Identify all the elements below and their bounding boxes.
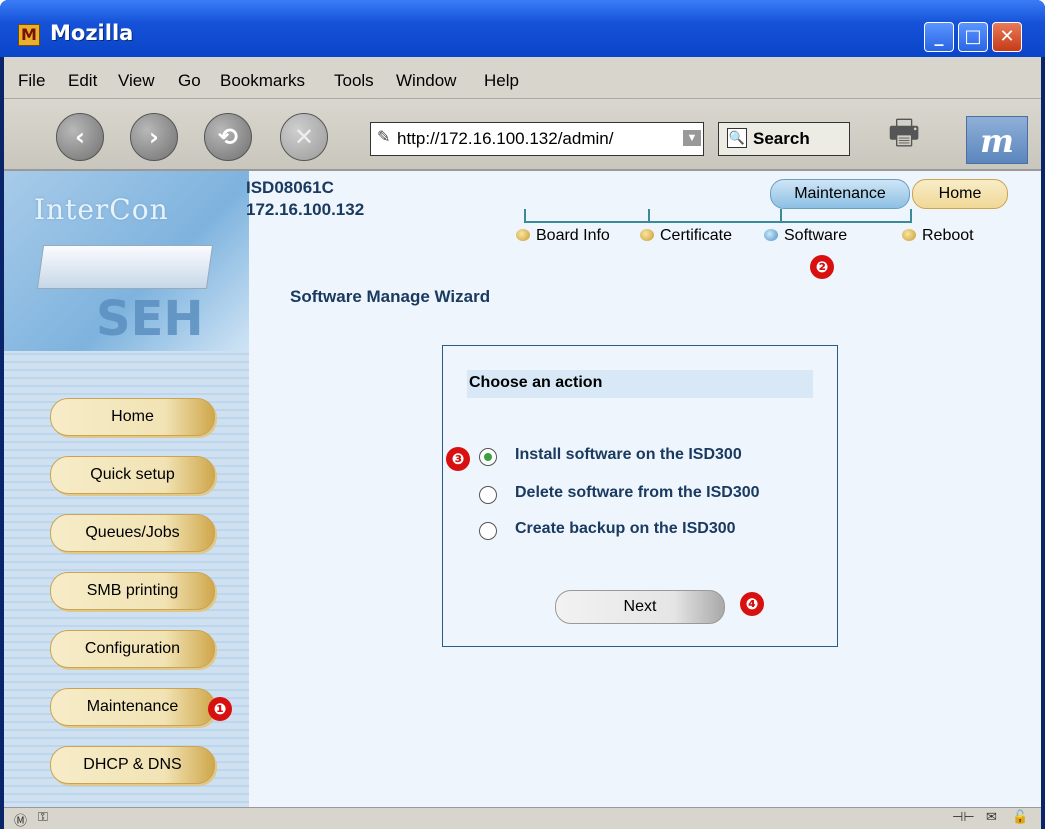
subnav-label: Software <box>784 227 848 244</box>
page-content: InterCon SEH Home Quick setup Queues/Job… <box>4 171 1041 807</box>
url-dropdown-icon[interactable]: ▼ <box>683 130 701 146</box>
subnav-label: Certificate <box>660 227 733 244</box>
radio-backup[interactable] <box>479 522 497 540</box>
url-text: http://172.16.100.132/admin/ <box>397 129 614 148</box>
sidebar-item-quick-setup[interactable]: Quick setup <box>50 456 215 494</box>
subnav-tick <box>524 209 526 223</box>
radio-delete[interactable] <box>479 486 497 504</box>
minimize-button[interactable]: _ <box>924 22 954 52</box>
subnav-software[interactable]: Software <box>764 227 847 245</box>
title-bar[interactable]: M Mozilla _ □ ✕ <box>0 0 1045 57</box>
sidebar-item-home[interactable]: Home <box>50 398 215 436</box>
logo-banner: InterCon SEH <box>4 171 249 351</box>
sidebar-item-smb-printing[interactable]: SMB printing <box>50 572 215 610</box>
panel-heading: Choose an action <box>467 370 813 398</box>
subnav-line <box>524 221 912 223</box>
close-button[interactable]: ✕ <box>992 22 1022 52</box>
menu-window[interactable]: Window <box>396 71 456 91</box>
url-bar[interactable]: ✎ http://172.16.100.132/admin/ ▼ <box>370 122 704 156</box>
m-logo-icon: m <box>966 116 1028 164</box>
subnav-reboot[interactable]: Reboot <box>902 227 974 245</box>
print-icon[interactable]: 🖶 <box>888 109 944 157</box>
maximize-button[interactable]: □ <box>958 22 988 52</box>
sidebar-item-queues-jobs[interactable]: Queues/Jobs <box>50 514 215 552</box>
sidebar-item-maintenance[interactable]: Maintenance <box>50 688 215 726</box>
page-title: Software Manage Wizard <box>290 287 491 306</box>
intercon-logo: InterCon <box>34 193 169 226</box>
window-title: Mozilla <box>50 21 134 45</box>
subnav-label: Board Info <box>536 227 610 244</box>
search-button[interactable]: 🔍 Search <box>718 122 850 156</box>
subnav-tick <box>780 209 782 223</box>
subnav-tick <box>910 209 912 223</box>
step-marker-3: ❸ <box>446 447 470 471</box>
navigation-toolbar: ‹ › ⟲ ✕ ✎ http://172.16.100.132/admin/ ▼… <box>4 99 1041 171</box>
forward-button[interactable]: › <box>130 113 178 161</box>
back-button[interactable]: ‹ <box>56 113 104 161</box>
reload-button[interactable]: ⟲ <box>204 113 252 161</box>
menu-edit[interactable]: Edit <box>68 71 97 91</box>
connection-icon: ⊣⊢ <box>952 810 975 825</box>
device-info: ISD08061C 172.16.100.132 <box>246 177 364 221</box>
sidebar-item-dhcp-dns[interactable]: DHCP & DNS <box>50 746 215 784</box>
mozilla-icon: M <box>18 24 40 46</box>
seh-logo: SEH <box>96 291 204 347</box>
bullet-icon <box>516 229 530 241</box>
subnav-tick <box>648 209 650 223</box>
tab-home[interactable]: Home <box>912 179 1008 209</box>
menu-file[interactable]: File <box>18 71 45 91</box>
bullet-active-icon <box>764 229 778 241</box>
status-bar: Ⓜ ⚿ ⊣⊢ ✉ 🔓 <box>4 807 1041 829</box>
radio-install[interactable] <box>479 448 497 466</box>
menu-go[interactable]: Go <box>178 71 201 91</box>
subnav-certificate[interactable]: Certificate <box>640 227 732 245</box>
mozilla-status-icon[interactable]: Ⓜ <box>14 810 27 829</box>
menu-help[interactable]: Help <box>484 71 519 91</box>
device-image <box>36 245 214 289</box>
step-marker-4: ❹ <box>740 592 764 616</box>
cookie-icon[interactable]: ✉ <box>986 810 997 828</box>
next-button[interactable]: Next <box>555 590 725 624</box>
bullet-icon <box>902 229 916 241</box>
step-marker-2: ❷ <box>810 255 834 279</box>
option-label: Delete software from the ISD300 <box>515 484 760 501</box>
menu-bar: File Edit View Go Bookmarks Tools Window… <box>4 57 1041 99</box>
menu-tools[interactable]: Tools <box>334 71 374 91</box>
stop-button[interactable]: ✕ <box>280 113 328 161</box>
menu-view[interactable]: View <box>118 71 155 91</box>
bullet-icon <box>640 229 654 241</box>
device-ip: 172.16.100.132 <box>246 200 365 219</box>
online-status-icon[interactable]: ⚿ <box>38 810 48 828</box>
subnav-label: Reboot <box>922 227 974 244</box>
step-marker-1: ❶ <box>208 697 232 721</box>
option-label: Install software on the ISD300 <box>515 446 742 463</box>
tab-maintenance[interactable]: Maintenance <box>770 179 910 209</box>
device-name: ISD08061C <box>246 178 334 197</box>
menu-bookmarks[interactable]: Bookmarks <box>220 71 305 91</box>
search-label: Search <box>753 129 810 148</box>
browser-window: M Mozilla _ □ ✕ File Edit View Go Bookma… <box>0 0 1045 829</box>
subnav-board-info[interactable]: Board Info <box>516 227 610 245</box>
page-proxy-icon: ✎ <box>377 129 391 146</box>
lock-icon[interactable]: 🔓 <box>1012 810 1028 828</box>
option-label: Create backup on the ISD300 <box>515 520 736 537</box>
sidebar-item-configuration[interactable]: Configuration <box>50 630 215 668</box>
wizard-panel: Choose an action Install software on the… <box>442 345 838 647</box>
search-icon: 🔍 <box>727 128 747 148</box>
